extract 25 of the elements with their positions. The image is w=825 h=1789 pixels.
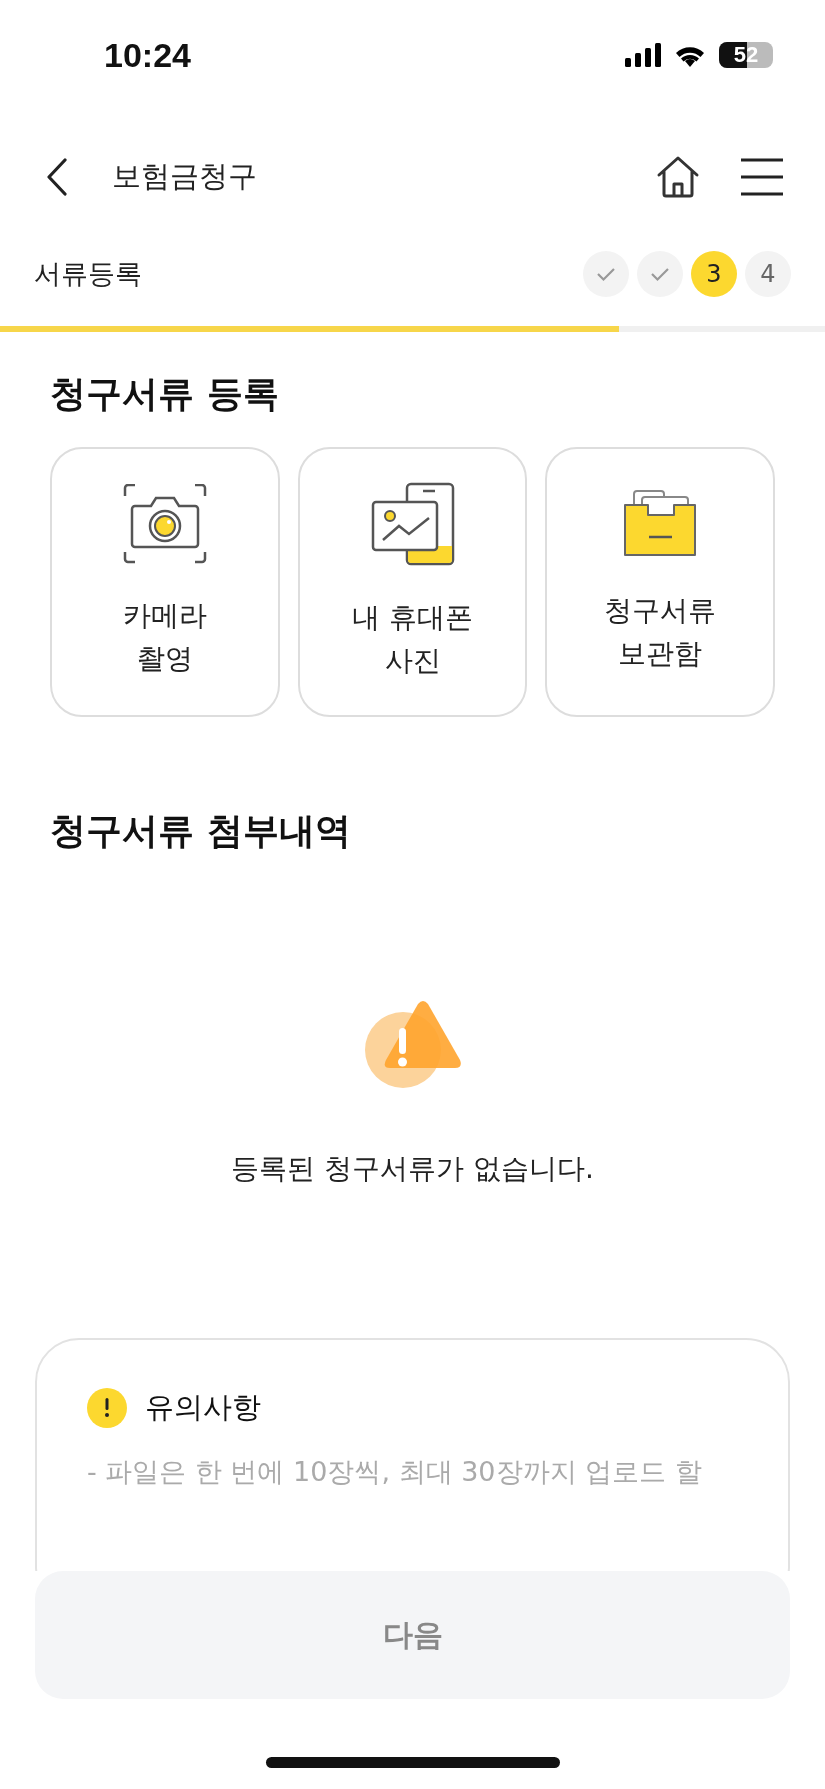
back-icon[interactable] [46, 158, 68, 196]
section-title: 청구서류 첨부내역 [50, 809, 352, 853]
step-label: 서류등록 [34, 257, 142, 291]
upload-option-card[interactable]: 카메라 촬영 [50, 447, 280, 717]
option-label: 청구서류 보관함 [604, 592, 717, 672]
exclamation-icon [87, 1388, 127, 1428]
status-time: 10:24 [104, 35, 191, 75]
menu-icon[interactable] [739, 157, 785, 197]
upload-option-card[interactable]: 청구서류 보관함 [545, 447, 775, 717]
empty-message: 등록된 청구서류가 없습니다. [231, 1151, 594, 1187]
home-icon[interactable] [655, 154, 701, 200]
upload-option-card[interactable]: 내 휴대폰 사진 [297, 447, 528, 717]
step-indicator: 3 [691, 251, 737, 297]
signal-icon [625, 43, 661, 67]
page-title: 보험금청구 [112, 158, 258, 195]
option-label: 내 휴대폰 사진 [352, 599, 473, 679]
section-title: 청구서류 등록 [50, 372, 280, 416]
option-label: 카메라 촬영 [122, 597, 207, 677]
photo-gallery-icon [370, 481, 455, 566]
notice-title: 유의사항 [145, 1389, 261, 1426]
notice-text: - 파일은 한 번에 10장씩, 최대 30장까지 업로드 할 [87, 1455, 703, 1489]
warning-icon [362, 998, 463, 1090]
camera-icon [122, 483, 207, 564]
folder-icon [622, 488, 699, 559]
step-indicator: 4 [745, 251, 791, 297]
